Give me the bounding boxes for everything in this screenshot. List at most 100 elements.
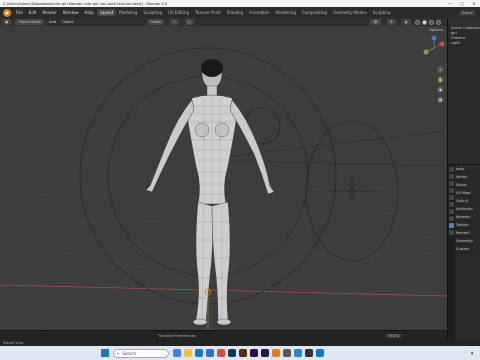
snap-icon[interactable]: ⌖ — [170, 19, 179, 25]
close-button[interactable]: ✕ — [468, 1, 480, 6]
top-menubar: ● File Edit Render Window Help Layout Mo… — [0, 7, 480, 18]
property-row[interactable]: Shape — [456, 181, 480, 189]
property-row[interactable]: Custom — [456, 245, 480, 253]
workspace-tab-texture-paint[interactable]: Texture Paint — [192, 9, 224, 16]
property-row[interactable]: Geometry — [456, 237, 480, 245]
mail-icon[interactable] — [316, 349, 324, 357]
status-text: Rotate View — [3, 341, 24, 345]
overlay-icon[interactable]: ◐ — [401, 19, 411, 25]
zbrush-icon[interactable] — [283, 349, 291, 357]
workspace-tab-animation[interactable]: Animation — [246, 9, 272, 16]
store-icon[interactable] — [206, 349, 214, 357]
outliner-row[interactable]: Light — [448, 41, 480, 46]
particles-tab-icon[interactable] — [449, 216, 454, 221]
workspace-tab-uv-editing[interactable]: UV Editing — [165, 9, 192, 16]
premiere-icon[interactable] — [250, 349, 258, 357]
property-row[interactable]: UV Maps — [456, 189, 480, 197]
menu-file[interactable]: File — [13, 10, 26, 15]
workspace-tab-geometry-nodes[interactable]: Geometry Nodes — [330, 9, 370, 16]
terminal-icon[interactable] — [305, 349, 313, 357]
proportional-editing-icon[interactable]: ◎ — [184, 19, 194, 25]
photoshop-icon[interactable] — [228, 349, 236, 357]
grid-perspective-icon[interactable]: ▦ — [437, 96, 444, 103]
editor-type-button[interactable]: ▣ — [2, 19, 12, 25]
property-row[interactable]: Attributes — [456, 205, 480, 213]
property-row[interactable]: body — [456, 165, 480, 173]
mesh-data-tab-icon[interactable] — [449, 223, 454, 228]
edge-icon[interactable] — [195, 349, 203, 357]
file-explorer-icon[interactable] — [184, 349, 192, 357]
workspace-tab-layout[interactable]: Layout — [96, 9, 117, 16]
world-tab-icon[interactable] — [449, 195, 454, 200]
render-tab-icon[interactable] — [449, 174, 454, 179]
scene-tab-icon[interactable] — [449, 188, 454, 193]
maximize-button[interactable]: □ — [456, 1, 468, 6]
outliner-panel: Scene Collection girl Camera Light — [447, 18, 480, 164]
search-placeholder: Search — [122, 350, 136, 356]
options-dropdown[interactable]: Options — [429, 28, 443, 32]
mode-selector[interactable]: Object Mode — [15, 19, 45, 25]
windows-start-icon[interactable] — [101, 349, 109, 357]
property-row[interactable]: Vertex — [456, 173, 480, 181]
property-row[interactable]: Color A — [456, 197, 480, 205]
pan-hand-icon[interactable]: ✋ — [437, 76, 444, 83]
material-tab-icon[interactable] — [449, 230, 454, 235]
scene-selector[interactable]: Scene — [459, 9, 476, 16]
search-icon: ⌕ — [117, 350, 120, 356]
3d-viewport[interactable]: Options ⌕ ✋ ◉ ▦ — [0, 26, 447, 330]
workspace-tab-scripting[interactable]: Scripting — [370, 9, 394, 16]
system-tray: ◠ ◖ — [464, 351, 477, 355]
output-tab-icon[interactable] — [449, 181, 454, 186]
wireframe-shading-button[interactable] — [415, 19, 420, 25]
property-row[interactable]: Remesh — [456, 229, 480, 237]
property-row[interactable]: Normals — [456, 213, 480, 221]
after-effects-icon[interactable] — [261, 349, 269, 357]
menu-help[interactable]: Help — [81, 10, 96, 15]
workspace-tab-rendering[interactable]: Rendering — [272, 9, 298, 16]
outliner-header — [448, 18, 480, 26]
workspace-tab-shading[interactable]: Shading — [224, 9, 246, 16]
menu-edit[interactable]: Edit — [26, 10, 40, 15]
blender-icon[interactable] — [272, 349, 280, 357]
workspace-tab-modeling[interactable]: Modeling — [116, 9, 140, 16]
wifi-icon[interactable]: ◠ — [464, 351, 467, 355]
solid-shading-button[interactable] — [422, 19, 427, 25]
menu-window[interactable]: Window — [60, 10, 82, 15]
transform-orientation-selector[interactable]: Global — [147, 19, 165, 25]
object-tab-icon[interactable] — [449, 202, 454, 207]
menu-object[interactable]: Object — [59, 20, 77, 24]
vscode-icon[interactable] — [294, 349, 302, 357]
rendered-shading-button[interactable] — [436, 19, 441, 25]
properties-tabs — [448, 165, 455, 341]
menu-add[interactable]: Add — [46, 20, 59, 24]
modifier-tab-icon[interactable] — [449, 209, 454, 214]
gizmo-icon[interactable]: ✥ — [386, 19, 396, 25]
widgets-icon[interactable] — [173, 349, 181, 357]
viewport-header: ▣ Object Mode Add Object Global ⌖ ◎ 👁 ✥ … — [0, 18, 447, 26]
speaker-icon[interactable]: ◖ — [471, 351, 473, 355]
viewport-canvas — [0, 35, 447, 330]
windows-taskbar: ⌕ Search ◠ ◖ — [0, 346, 480, 360]
material-shading-button[interactable] — [429, 19, 434, 25]
zoom-icon[interactable]: ⌕ — [437, 66, 444, 73]
window-title: C:\Users\Admin\Downloads\cute girl blend… — [3, 1, 168, 6]
visibility-icon[interactable]: 👁 — [370, 19, 381, 25]
menu-render[interactable]: Render — [39, 10, 59, 15]
chrome-icon[interactable] — [217, 349, 225, 357]
window-titlebar: C:\Users\Admin\Downloads\cute girl blend… — [0, 0, 480, 7]
light-gizmo-circles — [79, 47, 399, 305]
light-direction-line — [229, 130, 447, 157]
property-row[interactable]: Texture — [456, 221, 480, 229]
blender-logo-icon[interactable]: ● — [3, 8, 11, 17]
character-mesh[interactable] — [145, 59, 275, 326]
navigation-gizmo[interactable] — [423, 35, 445, 55]
tool-tab-icon[interactable] — [449, 167, 454, 172]
minimize-button[interactable]: — — [444, 1, 456, 6]
camera-view-icon[interactable]: ◉ — [437, 86, 444, 93]
workspace-tab-sculpting[interactable]: Sculpting — [140, 9, 165, 16]
illustrator-icon[interactable] — [239, 349, 247, 357]
timeline-label[interactable]: Timeline Preferences — [158, 334, 196, 338]
workspace-tab-compositing[interactable]: Compositing — [299, 9, 330, 16]
taskbar-search-box[interactable]: ⌕ Search — [113, 348, 169, 358]
view-layer-field[interactable]: TESTS — [384, 333, 402, 338]
